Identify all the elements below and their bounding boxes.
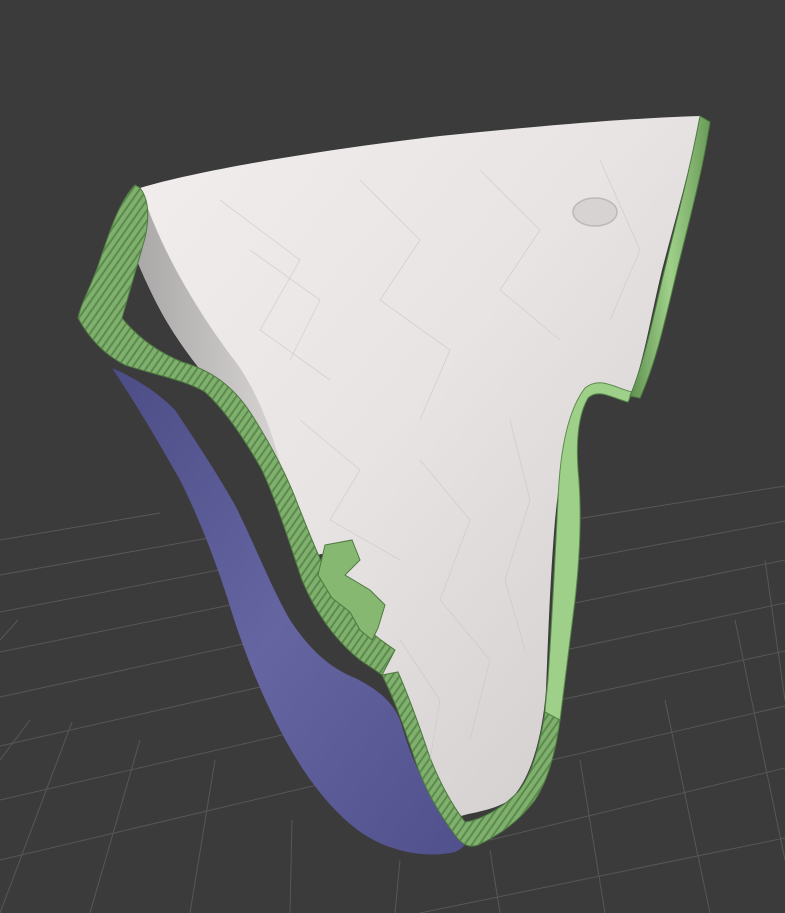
surface-dimple bbox=[572, 197, 618, 227]
viewport-canvas[interactable] bbox=[0, 0, 785, 913]
3d-viewport[interactable] bbox=[0, 0, 785, 913]
